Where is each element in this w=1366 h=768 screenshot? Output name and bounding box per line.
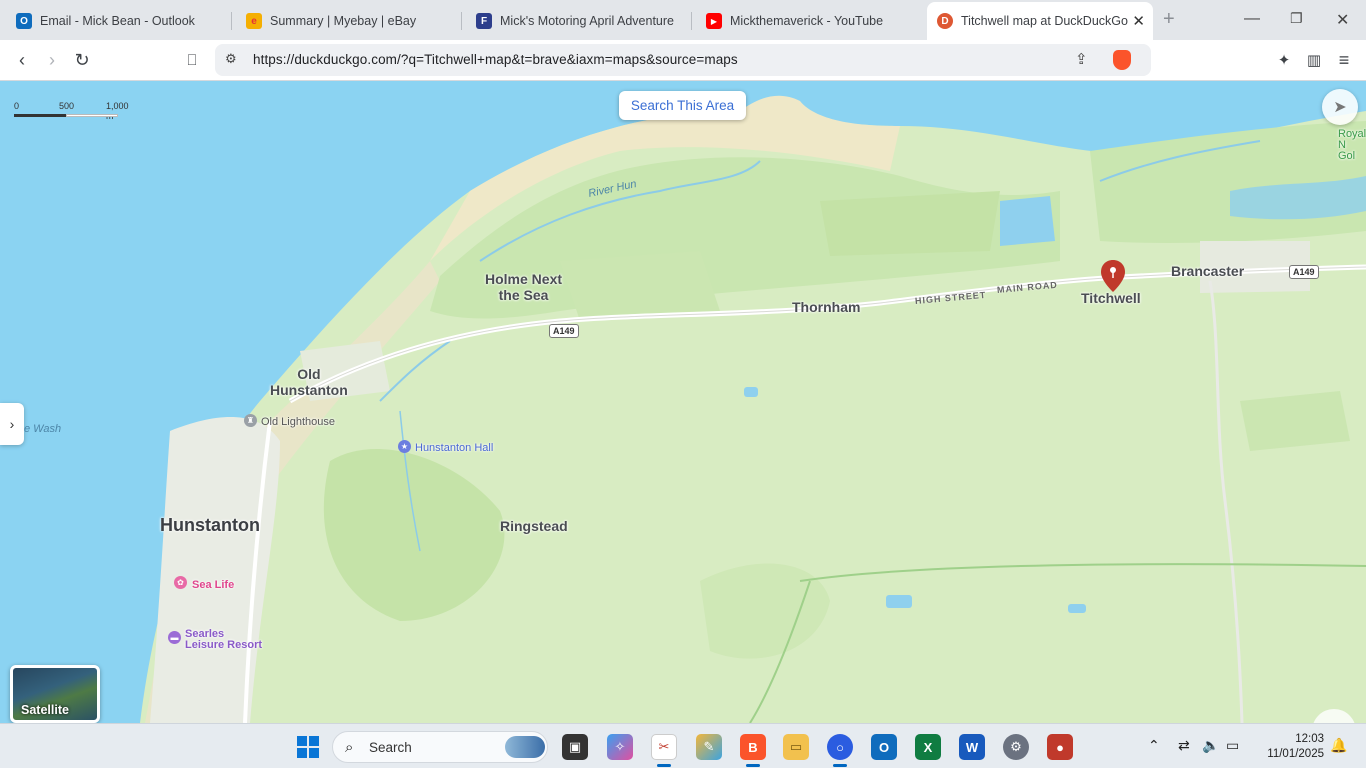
- lighthouse-icon[interactable]: ♜: [244, 414, 257, 427]
- brave-browser-icon[interactable]: B: [740, 734, 766, 760]
- search-icon: ⌕: [345, 739, 354, 756]
- clock-date: 11/01/2025: [1267, 748, 1324, 760]
- tab-strip: O Email - Mick Bean - Outlook e Summary …: [0, 0, 1366, 40]
- tab-outlook[interactable]: O Email - Mick Bean - Outlook: [6, 4, 232, 38]
- close-tab-icon[interactable]: ✕: [1132, 12, 1145, 30]
- copilot-icon[interactable]: ✧: [607, 734, 633, 760]
- reload-icon[interactable]: ↻: [70, 48, 94, 72]
- scale-zero: 0: [14, 101, 20, 111]
- poi-label-lighthouse[interactable]: Old Lighthouse: [261, 414, 335, 430]
- tab-duckduckgo[interactable]: D Titchwell map at DuckDuckGo ✕: [927, 2, 1153, 40]
- satellite-toggle[interactable]: Satellite: [10, 665, 100, 723]
- map-base-layer: [0, 81, 1366, 723]
- poi-label-hall[interactable]: Hunstanton Hall: [415, 440, 493, 456]
- maximize-icon[interactable]: ❐: [1290, 10, 1303, 27]
- tab-title: Mickthemaverick - YouTube: [730, 14, 884, 28]
- tab-ebay[interactable]: e Summary | Myebay | eBay: [236, 4, 462, 38]
- voice-recorder-icon[interactable]: ●: [1047, 734, 1073, 760]
- windows-start-icon[interactable]: [295, 734, 321, 760]
- sidebar-icon[interactable]: ▥: [1302, 48, 1326, 72]
- tab-title: Titchwell map at DuckDuckGo: [961, 14, 1128, 28]
- notifications-icon[interactable]: 🔔: [1330, 737, 1347, 754]
- poi-label-sealife[interactable]: Sea Life: [192, 577, 234, 593]
- blog-icon: F: [476, 13, 492, 29]
- star-icon[interactable]: ★: [398, 440, 411, 453]
- ebay-icon: e: [246, 13, 262, 29]
- clock-time: 12:03: [1295, 733, 1324, 745]
- place-label-royal: Royal N Gol: [1338, 128, 1366, 162]
- tab-title: Email - Mick Bean - Outlook: [40, 14, 195, 28]
- search-this-area-button[interactable]: Search This Area: [619, 91, 746, 120]
- address-bar[interactable]: ⚙ https://duckduckgo.com/?q=Titchwell+ma…: [215, 44, 1151, 76]
- place-label-old-hunstanton: Old Hunstanton: [270, 366, 348, 398]
- scale-mid: 500: [59, 101, 75, 111]
- search-highlight-icon: [505, 736, 545, 758]
- place-label-brancaster: Brancaster: [1171, 263, 1245, 279]
- menu-icon[interactable]: ≡: [1332, 48, 1356, 72]
- tab-title: Summary | Myebay | eBay: [270, 14, 417, 28]
- expand-panel-icon[interactable]: ›: [0, 403, 24, 445]
- map-scale: 0 500 1,000 m: [14, 101, 134, 121]
- place-label-holme: Holme Next the Sea: [485, 271, 563, 303]
- battery-icon[interactable]: ▭: [1226, 737, 1239, 754]
- browser-toolbar: ‹ › ↻ ⎕ ⚙ https://duckduckgo.com/?q=Titc…: [0, 40, 1366, 81]
- file-explorer-icon[interactable]: ▭: [783, 734, 809, 760]
- signal-icon[interactable]: ○: [827, 734, 853, 760]
- word-icon[interactable]: W: [959, 734, 985, 760]
- tray-chevron-icon[interactable]: ⌃: [1148, 737, 1160, 754]
- paint-icon[interactable]: ✎: [696, 734, 722, 760]
- new-tab-icon[interactable]: +: [1163, 8, 1175, 31]
- share-icon[interactable]: ⇪: [1075, 50, 1088, 68]
- road-shield-a149: A149: [549, 324, 579, 338]
- map-canvas[interactable]: 0 500 1,000 m Search This Area ➤ › Holme…: [0, 81, 1366, 723]
- snipping-tool-icon[interactable]: ✂: [651, 734, 677, 760]
- url-text[interactable]: https://duckduckgo.com/?q=Titchwell+map&…: [253, 52, 738, 67]
- duckduckgo-icon: D: [937, 13, 953, 29]
- water-label-wash: e Wash: [24, 423, 62, 435]
- task-view-icon[interactable]: ▣: [562, 734, 588, 760]
- network-icon[interactable]: ⇄: [1178, 737, 1190, 754]
- close-window-icon[interactable]: ✕: [1336, 10, 1349, 30]
- brave-shields-icon[interactable]: [1113, 50, 1131, 70]
- location-pin-icon[interactable]: [1100, 259, 1126, 293]
- tab-title: Mick's Motoring April Adventure: [500, 14, 674, 28]
- outlook-icon: O: [16, 13, 32, 29]
- bed-icon[interactable]: ▬: [168, 631, 181, 644]
- taskbar-search-box[interactable]: ⌕ Search: [332, 731, 548, 763]
- fish-icon[interactable]: ✿: [174, 576, 187, 589]
- poi-label-searles[interactable]: Searles Leisure Resort: [185, 629, 262, 651]
- system-clock[interactable]: 12:03 11/01/2025: [1258, 732, 1324, 762]
- back-icon[interactable]: ‹: [10, 48, 34, 72]
- outlook-app-icon[interactable]: O: [871, 734, 897, 760]
- tab-youtube[interactable]: ▶ Mickthemaverick - YouTube: [696, 4, 922, 38]
- windows-taskbar: ⌕ Search ▣ ✧ ✂ ✎ B ▭ ○ O X W ⚙ ● ⌃ ⇄ 🔈 ▭…: [0, 723, 1366, 768]
- place-label-thornham: Thornham: [792, 299, 861, 315]
- settings-icon[interactable]: ⚙: [1003, 734, 1029, 760]
- place-label-hunstanton: Hunstanton: [160, 515, 260, 535]
- tab-blog[interactable]: F Mick's Motoring April Adventure: [466, 4, 692, 38]
- minimize-icon[interactable]: —: [1244, 10, 1260, 28]
- taskbar-search-placeholder: Search: [369, 740, 412, 755]
- volume-icon[interactable]: 🔈: [1202, 737, 1219, 754]
- road-shield-a149: A149: [1289, 265, 1319, 279]
- satellite-label: Satellite: [21, 703, 69, 717]
- excel-icon[interactable]: X: [915, 734, 941, 760]
- site-settings-icon[interactable]: ⚙: [225, 51, 237, 67]
- locate-me-icon[interactable]: ➤: [1322, 89, 1358, 125]
- extensions-icon[interactable]: ✦: [1272, 48, 1296, 72]
- place-label-ringstead: Ringstead: [500, 518, 568, 534]
- scale-end: 1,000 m: [106, 101, 129, 121]
- bookmark-icon[interactable]: ⎕: [180, 48, 204, 72]
- forward-icon[interactable]: ›: [40, 48, 64, 72]
- youtube-icon: ▶: [706, 13, 722, 29]
